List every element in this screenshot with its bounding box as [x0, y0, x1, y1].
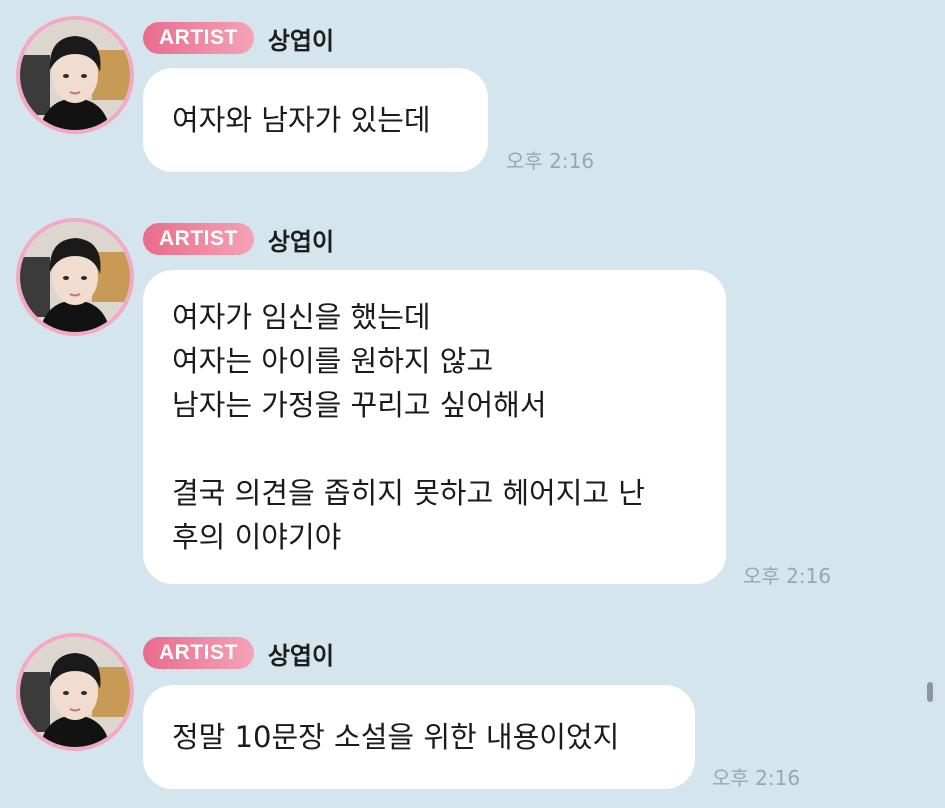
message-bubble[interactable]: 여자와 남자가 있는데 — [143, 68, 488, 172]
timestamp: 오후 2:16 — [712, 766, 801, 790]
message-header: ARTIST 상엽이 — [143, 636, 334, 670]
message-header: ARTIST 상엽이 — [143, 21, 334, 55]
message-bubble[interactable]: 여자가 임신을 했는데 여자는 아이를 원하지 않고 남자는 가정을 꾸리고 싶… — [143, 270, 726, 584]
scrollbar-thumb[interactable] — [927, 682, 933, 702]
message-line: 결국 의견을 좁히지 못하고 헤어지고 난 — [172, 476, 645, 510]
message-line: 여자는 아이를 원하지 않고 — [172, 344, 494, 378]
message-line: 여자와 남자가 있는데 — [172, 103, 431, 137]
sender-name[interactable]: 상엽이 — [268, 636, 334, 671]
avatar-photo-icon — [20, 20, 130, 130]
message-line: 정말 10문장 소설을 위한 내용이었지 — [172, 720, 620, 754]
message-header: ARTIST 상엽이 — [143, 222, 334, 256]
message-bubble[interactable]: 정말 10문장 소설을 위한 내용이었지 — [143, 685, 695, 789]
message-line: 여자가 임신을 했는데 — [172, 300, 431, 334]
message-line: 남자는 가정을 꾸리고 싶어해서 — [172, 388, 547, 422]
avatar[interactable] — [20, 222, 130, 332]
avatar-photo-icon — [20, 637, 130, 747]
message-line: 후의 이야기야 — [172, 520, 342, 554]
avatar[interactable] — [20, 20, 130, 130]
artist-badge: ARTIST — [143, 22, 254, 54]
artist-badge: ARTIST — [143, 223, 254, 255]
avatar[interactable] — [20, 637, 130, 747]
sender-name[interactable]: 상엽이 — [268, 21, 334, 56]
timestamp: 오후 2:16 — [506, 149, 595, 173]
sender-name[interactable]: 상엽이 — [268, 222, 334, 257]
timestamp: 오후 2:16 — [743, 564, 832, 588]
artist-badge: ARTIST — [143, 637, 254, 669]
avatar-photo-icon — [20, 222, 130, 332]
message-line — [172, 427, 697, 471]
